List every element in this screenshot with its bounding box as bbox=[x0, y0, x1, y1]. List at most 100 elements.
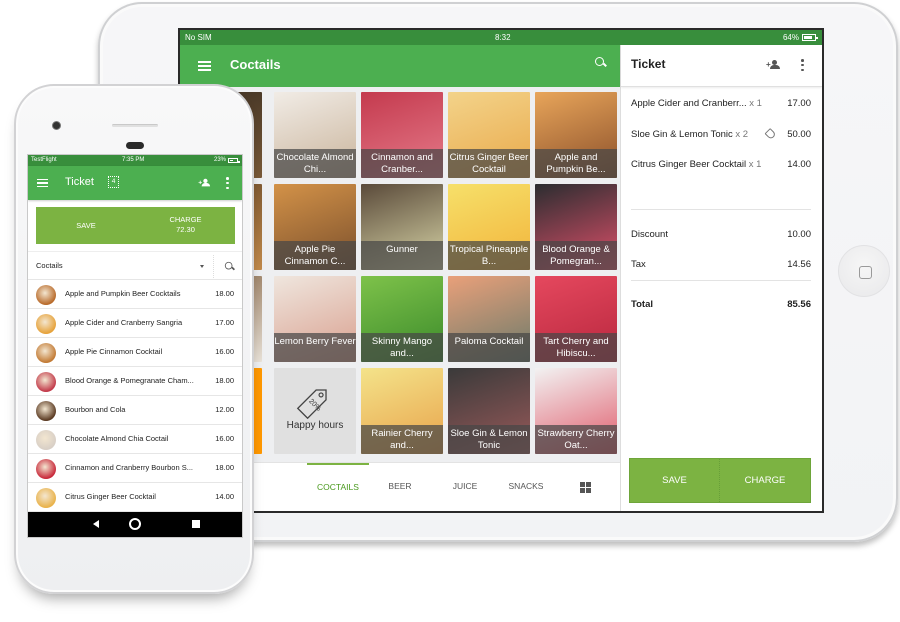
product-tile[interactable]: Apple Pie Cinnamon C... bbox=[274, 184, 356, 270]
product-tile[interactable]: Cinnamon and Cranber... bbox=[361, 92, 443, 178]
ticket-item-name: Apple Cider and Cranberr... x 1 bbox=[631, 98, 762, 109]
product-tile-label: Cinnamon and Cranber... bbox=[361, 149, 443, 178]
product-name: Chocolate Almond Chia Coctail bbox=[65, 434, 169, 443]
product-name: Bourbon and Cola bbox=[65, 405, 126, 414]
divider bbox=[631, 209, 811, 210]
list-item[interactable]: Apple Pie Cinnamon Cocktail 16.00 bbox=[28, 338, 242, 367]
list-item[interactable]: Chocolate Almond Chia Coctail 16.00 bbox=[28, 425, 242, 454]
product-tile-label: Chocolate Almond Chi... bbox=[274, 149, 356, 178]
product-tile[interactable]: Strawberry Cherry Oat... bbox=[535, 368, 617, 454]
category-select[interactable]: Coctails bbox=[36, 261, 63, 270]
more-options-icon[interactable] bbox=[801, 59, 804, 71]
product-thumbnail bbox=[36, 401, 56, 421]
product-tile-label: Paloma Cocktail bbox=[448, 333, 530, 362]
list-item[interactable]: Citrus Ginger Beer Cocktail 14.00 bbox=[28, 483, 242, 512]
add-customer-icon[interactable]: + bbox=[766, 60, 781, 70]
product-tile[interactable]: Tart Cherry and Hibiscu... bbox=[535, 276, 617, 362]
battery-percent: 23% bbox=[213, 157, 226, 163]
list-item[interactable]: Apple Cider and Cranberry Sangria 17.00 bbox=[28, 309, 242, 338]
dropdown-caret-icon[interactable] bbox=[200, 265, 204, 268]
total-amount: 85.56 bbox=[787, 299, 811, 310]
menu-icon[interactable] bbox=[37, 179, 48, 189]
tablet-home-button[interactable] bbox=[838, 245, 890, 297]
battery-icon bbox=[228, 158, 240, 163]
product-tile[interactable]: Citrus Ginger Beer Cocktail bbox=[448, 92, 530, 178]
divider bbox=[631, 280, 811, 281]
tablet-app-bar: Coctails bbox=[180, 45, 620, 87]
menu-icon[interactable] bbox=[198, 61, 211, 71]
list-item[interactable]: Cinnamon and Cranberry Bourbon S... 18.00 bbox=[28, 454, 242, 483]
charge-button[interactable]: CHARGE bbox=[720, 459, 810, 502]
product-tile-label: Strawberry Cherry Oat... bbox=[535, 425, 617, 454]
product-tile[interactable]: Gunner bbox=[361, 184, 443, 270]
back-icon[interactable] bbox=[93, 520, 99, 528]
product-tile-label: Skinny Mango and... bbox=[361, 333, 443, 362]
product-tile[interactable]: Skinny Mango and... bbox=[361, 276, 443, 362]
product-tile-label: Tart Cherry and Hibiscu... bbox=[535, 333, 617, 362]
ticket-item[interactable]: Sloe Gin & Lemon Tonic x 2 50.00 bbox=[631, 127, 811, 143]
tax-row: Tax 14.56 bbox=[631, 259, 811, 273]
product-thumbnail bbox=[36, 430, 56, 450]
ticket-item-name: Citrus Ginger Beer Cocktail x 1 bbox=[631, 159, 762, 170]
save-button[interactable]: SAVE bbox=[36, 221, 136, 230]
product-name: Citrus Ginger Beer Cocktail bbox=[65, 492, 156, 501]
discount-tile[interactable]: 20% Happy hours bbox=[274, 368, 356, 454]
home-icon[interactable] bbox=[129, 518, 141, 530]
list-item[interactable]: Blood Orange & Pomegranate Cham... 18.00 bbox=[28, 367, 242, 396]
product-tile[interactable]: Rainier Cherry and... bbox=[361, 368, 443, 454]
category-filter: Coctails bbox=[28, 251, 242, 280]
tax-label: Tax bbox=[631, 259, 646, 270]
search-button[interactable] bbox=[595, 57, 606, 68]
ticket-actions: SAVE CHARGE bbox=[629, 458, 811, 503]
product-tile-label: Happy hours bbox=[286, 420, 344, 431]
status-app: TestFlight bbox=[31, 157, 57, 163]
product-tile[interactable]: Paloma Cocktail bbox=[448, 276, 530, 362]
ticket-item[interactable]: Apple Cider and Cranberr... x 1 17.00 bbox=[631, 98, 811, 112]
charge-amount: 72.30 bbox=[176, 225, 195, 234]
search-button[interactable] bbox=[224, 261, 234, 271]
phone-speaker bbox=[112, 124, 158, 127]
more-options-icon[interactable] bbox=[226, 177, 229, 189]
total-label: Total bbox=[631, 299, 653, 310]
tab-beer[interactable]: BEER bbox=[369, 463, 431, 511]
product-name: Cinnamon and Cranberry Bourbon S... bbox=[65, 463, 193, 472]
phone-status-bar: TestFlight 7:35 PM 23% bbox=[28, 155, 242, 166]
discount-row[interactable]: Discount 10.00 bbox=[631, 229, 811, 243]
list-item[interactable]: Apple and Pumpkin Beer Cocktails 18.00 bbox=[28, 280, 242, 309]
ticket-title: Ticket bbox=[631, 57, 666, 71]
tablet-status-bar: No SIM 8:32 64% bbox=[180, 30, 822, 45]
product-tile[interactable]: Sloe Gin & Lemon Tonic bbox=[448, 368, 530, 454]
add-customer-icon[interactable]: + bbox=[198, 178, 211, 188]
product-tile[interactable]: Apple and Pumpkin Be... bbox=[535, 92, 617, 178]
product-price: 18.00 bbox=[215, 289, 234, 298]
ticket-count-badge[interactable]: 4 bbox=[108, 176, 119, 188]
product-thumbnail bbox=[36, 459, 56, 479]
product-tile[interactable]: Chocolate Almond Chi... bbox=[274, 92, 356, 178]
ticket-title: Ticket bbox=[65, 176, 94, 188]
product-name: Blood Orange & Pomegranate Cham... bbox=[65, 376, 194, 385]
tab-coctails[interactable]: COCTAILS bbox=[307, 463, 369, 511]
product-thumbnail bbox=[36, 372, 56, 392]
price-tag-icon: 20% bbox=[296, 389, 327, 420]
ticket-item-qty: x 1 bbox=[749, 98, 762, 109]
carrier-text: No SIM bbox=[185, 33, 212, 42]
save-button[interactable]: SAVE bbox=[630, 459, 720, 502]
recent-apps-icon[interactable] bbox=[192, 520, 200, 528]
product-thumbnail bbox=[36, 488, 56, 508]
product-tile[interactable]: Blood Orange & Pomegran... bbox=[535, 184, 617, 270]
tab-snacks[interactable]: SNACKS bbox=[495, 463, 557, 511]
all-categories-grid-icon[interactable] bbox=[580, 482, 591, 493]
ticket-item[interactable]: Citrus Ginger Beer Cocktail x 1 14.00 bbox=[631, 159, 811, 173]
product-tile[interactable]: Lemon Berry Fever bbox=[274, 276, 356, 362]
list-item[interactable]: Bourbon and Cola 12.00 bbox=[28, 396, 242, 425]
tab-juice[interactable]: JUICE bbox=[434, 463, 496, 511]
product-price: 18.00 bbox=[215, 463, 234, 472]
phone-sensor bbox=[126, 142, 144, 149]
product-tile-label: Sloe Gin & Lemon Tonic bbox=[448, 425, 530, 454]
charge-button[interactable]: CHARGE 72.30 bbox=[136, 215, 235, 235]
product-tile-label: Apple and Pumpkin Be... bbox=[535, 149, 617, 178]
product-thumbnail bbox=[36, 285, 56, 305]
search-icon bbox=[595, 57, 606, 68]
product-price: 18.00 bbox=[215, 376, 234, 385]
product-tile[interactable]: Tropical Pineapple B... bbox=[448, 184, 530, 270]
